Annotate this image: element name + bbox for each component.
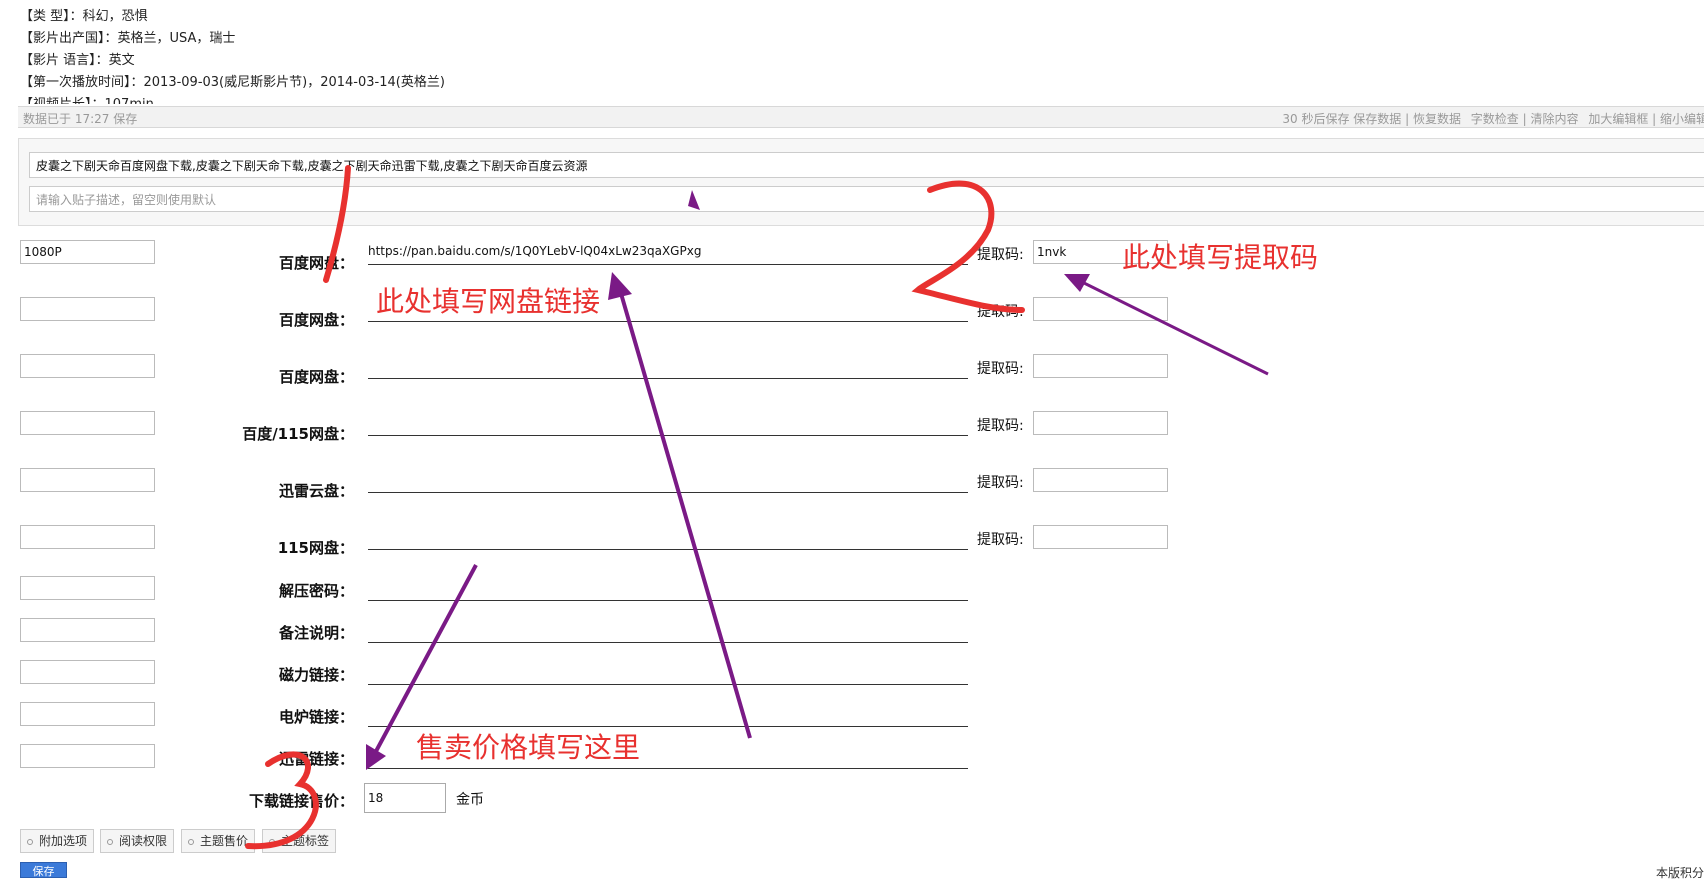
annotation-code-note: 此处填写提取码 [1122,241,1319,274]
annotation-link-note: 此处填写网盘链接 [376,285,601,318]
num-1-stroke [323,165,351,283]
num-2-stroke [911,180,1025,313]
arrow-to-code [1081,280,1269,376]
annotation-overlay [245,165,1269,850]
num-3-stroke [245,751,319,850]
annotation-price-note: 售卖价格填写这里 [416,731,641,764]
arrow-to-link-head [608,272,632,300]
small-arrow-head [688,190,700,210]
arrow-to-link [618,289,752,739]
